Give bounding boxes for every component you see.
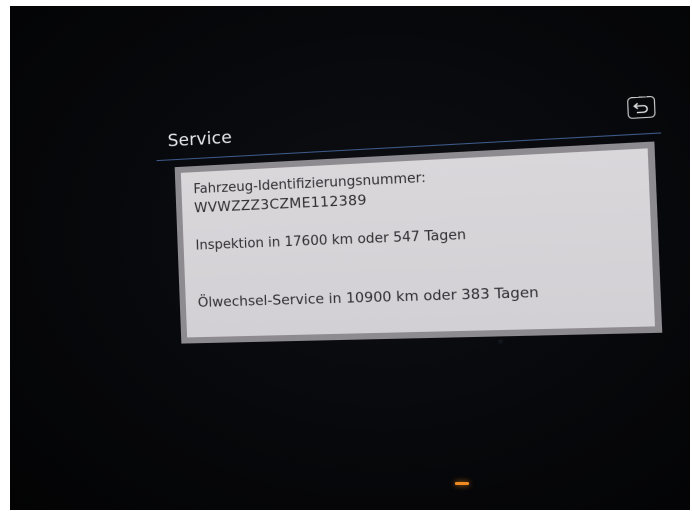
service-screen: Service Fahrzeug-Identifizierungsnummer:… [155, 95, 682, 376]
display-screen: Service Fahrzeug-Identifizierungsnummer:… [10, 6, 690, 510]
inspection-due: Inspektion in 17600 km oder 547 Tagen [195, 227, 467, 254]
back-button[interactable] [626, 95, 656, 120]
back-arrow-icon [633, 97, 650, 119]
oil-service-due: Ölwechsel-Service in 10900 km oder 383 T… [197, 284, 540, 311]
orange-indicator-light [455, 482, 469, 485]
page-title: Service [167, 127, 233, 152]
vin-label: Fahrzeug-Identifizierungsnummer: [193, 170, 427, 198]
dim-reflection [498, 339, 503, 344]
service-info-card: Fahrzeug-Identifizierungsnummer: WVWZZZ3… [174, 141, 663, 344]
photo-frame: Service Fahrzeug-Identifizierungsnummer:… [10, 6, 690, 510]
